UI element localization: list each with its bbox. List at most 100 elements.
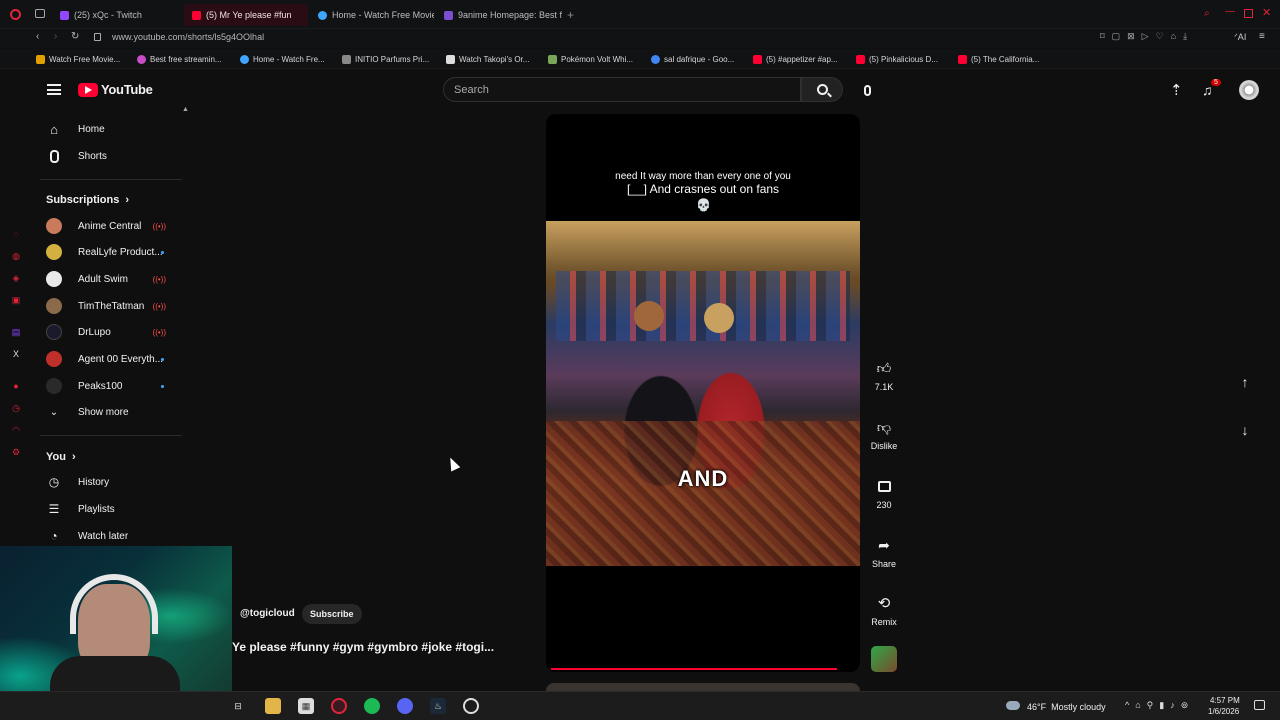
task-view-icon[interactable]: ⊟ xyxy=(230,698,246,714)
rail-icon[interactable]: ▣ xyxy=(11,295,21,305)
sidebar-item-home[interactable]: ⌂ Home xyxy=(40,117,180,141)
forward-icon[interactable]: › xyxy=(54,31,57,42)
bookmark-item[interactable]: Best free streamin... xyxy=(137,52,222,66)
sidebar-you-header[interactable]: You › xyxy=(46,451,76,463)
search-input[interactable]: Search xyxy=(443,77,801,102)
search-button[interactable] xyxy=(801,77,843,102)
bookmark-icon xyxy=(446,54,455,64)
bookmark-item[interactable]: (5) Pinkalicious D... xyxy=(856,52,938,66)
sidebar-item-subscription[interactable]: TimTheTatman ((•)) xyxy=(40,294,180,318)
bookmark-item[interactable]: Home - Watch Fre... xyxy=(240,52,325,66)
tab-9anime[interactable]: 9anime Homepage: Best f xyxy=(436,4,562,26)
sidebar-show-more[interactable]: ⌄ Show more xyxy=(40,400,180,424)
spotify-taskbar-icon[interactable] xyxy=(364,698,380,714)
sidebar-subscriptions-header[interactable]: Subscriptions › xyxy=(46,194,129,206)
search-tabs-icon[interactable]: ⌕ xyxy=(1204,8,1210,19)
short-title[interactable]: Ye please #funny #gym #gymbro #joke #tog… xyxy=(232,640,494,654)
sound-thumbnail[interactable] xyxy=(871,646,897,672)
sidebar-scroll-up[interactable]: ▲ xyxy=(182,106,189,113)
rail-icon[interactable]: ◌ xyxy=(11,229,21,239)
subscribe-button[interactable]: Subscribe xyxy=(302,604,362,624)
settings-rail-icon[interactable]: ⚙ xyxy=(11,447,21,457)
tab-watch-free-movie[interactable]: Home - Watch Free Movie xyxy=(310,4,434,26)
rail-icon[interactable]: ◈ xyxy=(11,273,21,283)
x-rail-icon[interactable]: X xyxy=(11,349,21,359)
store-icon[interactable]: ▦ xyxy=(298,698,314,714)
address-bar-row: ‹ › ↻ www.youtube.com/shorts/ls5g4OOlhal… xyxy=(0,29,1280,48)
sidebar-item-subscription[interactable]: DrLupo ((•)) xyxy=(40,320,180,344)
bookmark-item[interactable]: INITIO Parfums Pri... xyxy=(342,52,429,66)
sidebar-item-history[interactable]: ◷ History xyxy=(40,470,180,494)
youtube-icon xyxy=(856,54,865,64)
like-button[interactable]: 👍︎ 7.1K xyxy=(864,357,904,393)
avatar[interactable] xyxy=(1239,80,1259,100)
close-window-button[interactable]: ✕ xyxy=(1262,6,1271,19)
spotify-rail-icon[interactable]: ● xyxy=(11,381,21,391)
notifications-button[interactable]: ♫ 5 xyxy=(1202,79,1221,100)
reload-icon[interactable]: ↻ xyxy=(71,31,79,42)
maximize-button[interactable] xyxy=(1244,9,1253,18)
video-frame xyxy=(546,221,860,566)
bookmark-item[interactable]: Watch Free Movie... xyxy=(36,52,120,66)
sidebar-item-shorts[interactable]: Shorts xyxy=(40,144,180,168)
browser-toolbar-icons[interactable]: ⌑▢⊠▷♡⌂⤓ xyxy=(1100,31,1194,42)
system-tray-icons[interactable]: ^⌂⚲▮♪⊚ xyxy=(1125,700,1194,711)
sidebar-item-playlists[interactable]: ☰ Playlists xyxy=(40,497,180,521)
weather-icon xyxy=(1006,701,1020,710)
shorts-icon xyxy=(46,148,62,164)
tab-youtube-active[interactable]: (5) Mr Ye please #fun xyxy=(184,4,308,26)
previous-short-button[interactable]: ↑ xyxy=(1233,370,1257,394)
bookmark-item[interactable]: Watch Takopi's Or... xyxy=(446,52,529,66)
file-explorer-icon[interactable] xyxy=(265,698,281,714)
tab-workspaces-icon[interactable] xyxy=(35,9,45,18)
youtube-logo[interactable]: YouTube xyxy=(78,82,153,97)
discord-taskbar-icon[interactable] xyxy=(397,698,413,714)
sidebar-item-subscription[interactable]: Adult Swim ((•)) xyxy=(40,267,180,291)
comments-button[interactable]: 230 xyxy=(864,475,904,510)
video-progress-bar[interactable] xyxy=(551,668,837,670)
upload-icon[interactable]: ⇡ xyxy=(1170,81,1183,99)
new-tab-button[interactable]: + xyxy=(567,8,574,22)
dislike-button[interactable]: 👎︎ Dislike xyxy=(864,416,904,452)
next-short-preview xyxy=(546,683,860,691)
opera-logo-icon[interactable] xyxy=(10,9,21,20)
minimize-button[interactable]: — xyxy=(1225,6,1235,17)
remix-button[interactable]: ⟲ Remix xyxy=(864,592,904,627)
history-rail-icon[interactable]: ◷ xyxy=(11,403,21,413)
notification-center-icon[interactable] xyxy=(1254,700,1265,710)
sidebar-item-subscription[interactable]: Anime Central ((•)) xyxy=(40,214,180,238)
steam-taskbar-icon[interactable]: ♨ xyxy=(430,698,446,714)
hamburger-menu-icon[interactable] xyxy=(47,84,61,95)
opera-taskbar-icon[interactable] xyxy=(331,698,347,714)
rail-icon[interactable]: ◠ xyxy=(11,425,21,435)
back-icon[interactable]: ‹ xyxy=(36,31,39,42)
caption-line-1: need It way more than every one of you xyxy=(615,171,791,182)
shorts-video-player[interactable]: need It way more than every one of you [… xyxy=(546,114,860,672)
menu-icon[interactable]: ≡ xyxy=(1259,31,1265,42)
channel-avatar xyxy=(46,218,62,234)
tab-twitch[interactable]: (25) xQc - Twitch xyxy=(52,4,182,26)
sidebar-item-watch-later[interactable]: ◔ Watch later xyxy=(40,524,180,548)
url-field[interactable]: www.youtube.com/shorts/ls5g4OOlhal xyxy=(112,32,264,42)
windows-taskbar: ⊟ ▦ ♨ 46°F Mostly cloudy ^⌂⚲▮♪⊚ 4:57 PM … xyxy=(0,691,1280,720)
bookmark-item[interactable]: (5) The California... xyxy=(958,52,1039,66)
youtube-icon xyxy=(753,54,762,64)
sidebar-item-subscription[interactable]: RealLyfe Product... xyxy=(40,240,180,264)
weather-text[interactable]: 46°F Mostly cloudy xyxy=(1027,702,1106,712)
ai-button[interactable]: ᐟAI xyxy=(1234,32,1246,43)
clock-time[interactable]: 4:57 PM xyxy=(1210,696,1240,705)
google-icon xyxy=(651,54,660,64)
clock-date[interactable]: 1/6/2026 xyxy=(1208,707,1239,716)
voice-search-button[interactable] xyxy=(855,78,879,102)
rail-icon[interactable]: ◍ xyxy=(11,251,21,261)
sidebar-item-subscription[interactable]: Agent 00 Everyth... xyxy=(40,347,180,371)
bookmark-item[interactable]: (5) #appetizer #ap... xyxy=(753,52,838,66)
channel-handle[interactable]: @togicloud xyxy=(240,608,295,619)
chrome-taskbar-icon[interactable] xyxy=(463,698,479,714)
sidebar-item-subscription[interactable]: Peaks100 xyxy=(40,374,180,398)
share-button[interactable]: ➦ Share xyxy=(864,534,904,570)
bookmark-item[interactable]: sal dafrique - Goo... xyxy=(651,52,734,66)
next-short-button[interactable]: ↓ xyxy=(1233,418,1257,442)
bookmark-item[interactable]: Pokémon Volt Whi... xyxy=(548,52,633,66)
twitch-rail-icon[interactable]: ▤ xyxy=(11,327,21,337)
